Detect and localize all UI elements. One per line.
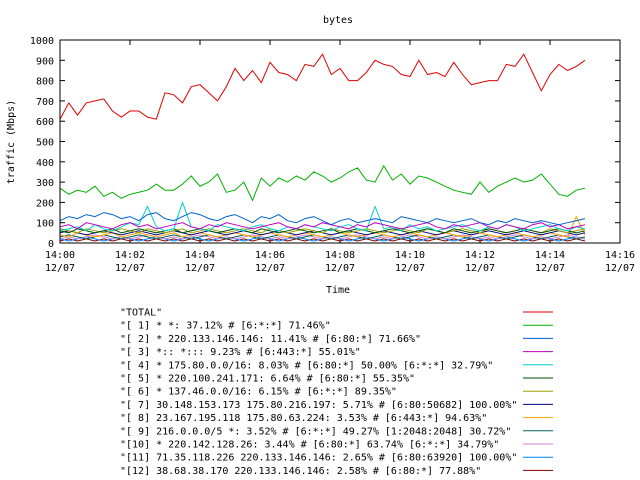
y-axis-label: traffic (Mbps) xyxy=(6,100,17,184)
x-tick-time: 14:02 xyxy=(115,250,145,261)
x-tick-date: 12/07 xyxy=(465,263,495,274)
legend-label-5: "[ 5] * 220.100.241.171: 6.64% # [6:80:*… xyxy=(120,374,415,385)
legend-label-3: "[ 3] *:: *::: 9.23% # [6:443:*] 55.01%" xyxy=(120,347,361,358)
x-tick-date: 12/07 xyxy=(395,263,425,274)
y-tick-label: 500 xyxy=(36,138,54,149)
traffic-chart: bytes traffic (Mbps) Time 0 100 200 300 400 5… xyxy=(6,15,635,477)
legend-label-9: "[ 9] 216.0.0.0/5 *: 3.52% # [6:*:*] 49.… xyxy=(120,426,511,437)
legend-label-6: "[ 6] * 137.46.0.0/16: 6.15% # [6:*:*] 8… xyxy=(120,387,397,398)
legend-label-8: "[ 8] 23.167.195.118 175.80.63.224: 3.53… xyxy=(120,413,487,424)
legend-label-11: "[11] 71.35.118.226 220.133.146.146: 2.6… xyxy=(120,453,517,464)
legend-label-1: "[ 1] * *: 37.12% # [6:*:*] 71.46%" xyxy=(120,321,331,332)
x-tick-date: 12/07 xyxy=(115,263,145,274)
y-tick-label: 900 xyxy=(36,56,54,67)
y-tick-label: 200 xyxy=(36,198,54,209)
x-tick-date: 12/07 xyxy=(255,263,285,274)
y-tick-label: 1000 xyxy=(30,36,54,47)
legend: "TOTAL" "[ 1] * *: 37.12% # [6:*:*] 71.46… xyxy=(120,308,553,477)
y-tick-label: 600 xyxy=(36,117,54,128)
x-tick-time: 14:16 xyxy=(605,250,635,261)
y-tick-label: 800 xyxy=(36,77,54,88)
x-tick-date: 12/07 xyxy=(535,263,565,274)
series-line-1 xyxy=(59,164,586,202)
y-tick-label: 400 xyxy=(36,158,54,169)
series-line-0 xyxy=(59,53,586,120)
series-lines xyxy=(59,53,586,242)
x-axis-label: Time xyxy=(326,285,350,296)
y-tick-label: 700 xyxy=(36,97,54,108)
chart-title: bytes xyxy=(323,15,353,26)
y-tick-label: 0 xyxy=(48,239,54,250)
x-tick-time: 14:00 xyxy=(45,250,75,261)
x-tick-time: 14:06 xyxy=(255,250,285,261)
plot-frame xyxy=(59,39,621,244)
legend-label-4: "[ 4] * 175.80.0.0/16: 8.03% # [6:80:*] … xyxy=(120,360,493,371)
series-line-3 xyxy=(59,222,586,230)
y-tick-label: 300 xyxy=(36,178,54,189)
legend-label-10: "[10] * 220.142.128.26: 3.44% # [6:80:*]… xyxy=(120,440,499,451)
legend-label-2: "[ 2] * 220.133.146.146: 11.41% # [6:80:… xyxy=(120,334,421,345)
x-tick-date: 12/07 xyxy=(45,263,75,274)
x-tick-time: 14:14 xyxy=(535,250,565,261)
legend-label-0: "TOTAL" xyxy=(120,308,162,319)
x-tick-time: 14:08 xyxy=(325,250,355,261)
x-tick-date: 12/07 xyxy=(185,263,215,274)
x-tick-time: 14:04 xyxy=(185,250,215,261)
x-tick-time: 14:10 xyxy=(395,250,425,261)
legend-label-7: "[ 7] 30.148.153.173 175.80.216.197: 5.7… xyxy=(120,400,517,411)
legend-label-12: "[12] 38.68.38.170 220.133.146.146: 2.58… xyxy=(120,466,481,477)
x-tick-date: 12/07 xyxy=(325,263,355,274)
y-tick-label: 100 xyxy=(36,219,54,230)
x-tick-date: 12/07 xyxy=(605,263,635,274)
x-tick-time: 14:12 xyxy=(465,250,495,261)
